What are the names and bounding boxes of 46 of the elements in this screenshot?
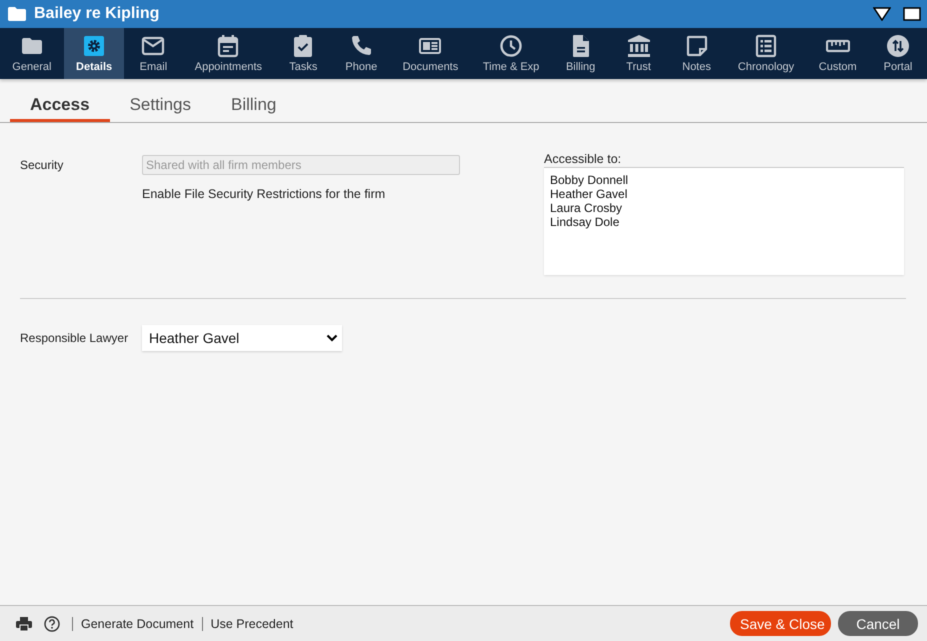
cancel-button[interactable]: Cancel (838, 611, 918, 636)
clock-icon (499, 34, 524, 58)
toolbar-button[interactable]: Tasks (274, 28, 332, 79)
list-item: Laura Crosby (550, 201, 622, 215)
tab[interactable]: Billing (211, 94, 296, 122)
list-icon (754, 34, 778, 58)
toolbar-button[interactable]: Trust (610, 28, 668, 79)
note-icon (684, 34, 709, 58)
phone-icon (349, 34, 374, 58)
field-label: Responsible Lawyer (20, 331, 130, 345)
toolbar-button[interactable]: Email (124, 28, 182, 79)
help-icon[interactable] (44, 616, 60, 632)
toolbar-button[interactable]: Documents (390, 28, 471, 79)
toolbar-button[interactable]: Custom (806, 28, 870, 79)
field-label: Security (20, 158, 64, 172)
toolbar-button[interactable]: Portal (869, 28, 927, 79)
toolbar-button[interactable]: Details (64, 28, 124, 79)
dropdown-icon[interactable] (873, 7, 891, 21)
lawyer-select[interactable]: Heather Gavel (142, 325, 342, 351)
gear-icon (82, 34, 106, 58)
toolbar-button[interactable]: Phone (332, 28, 390, 79)
tab[interactable]: Access (10, 94, 110, 122)
list-label: Accessible to: (544, 152, 622, 166)
list-item: Lindsay Dole (550, 215, 620, 229)
footer-link[interactable]: Use Precedent (202, 616, 302, 630)
list-item: Heather Gavel (550, 187, 628, 201)
calendar-icon (216, 34, 240, 58)
tab[interactable]: Settings (110, 94, 211, 122)
window-title: Bailey re Kipling (34, 5, 160, 23)
toolbar-button[interactable]: Time & Exp (470, 28, 552, 79)
save-button[interactable]: Save & Close (730, 611, 831, 636)
toolbar-button[interactable]: General (0, 28, 64, 79)
footer-link[interactable]: Generate Document (72, 616, 202, 630)
list-item: Bobby Donnell (550, 173, 628, 187)
folder-icon (8, 7, 26, 21)
toolbar-button[interactable]: Billing (552, 28, 610, 79)
transfer-icon (886, 34, 910, 58)
chevron-down-icon (326, 334, 338, 342)
toolbar-button[interactable]: Notes (668, 28, 726, 79)
print-icon[interactable] (16, 616, 32, 630)
toolbar-button[interactable]: Chronology (726, 28, 806, 79)
restriction-text: Enable File Security Restrictions for the firm (142, 187, 386, 201)
bank-icon (626, 34, 651, 58)
mail-icon (141, 34, 166, 58)
toolbar-button[interactable]: Appointments (182, 28, 274, 79)
maximize-icon[interactable] (903, 7, 921, 21)
